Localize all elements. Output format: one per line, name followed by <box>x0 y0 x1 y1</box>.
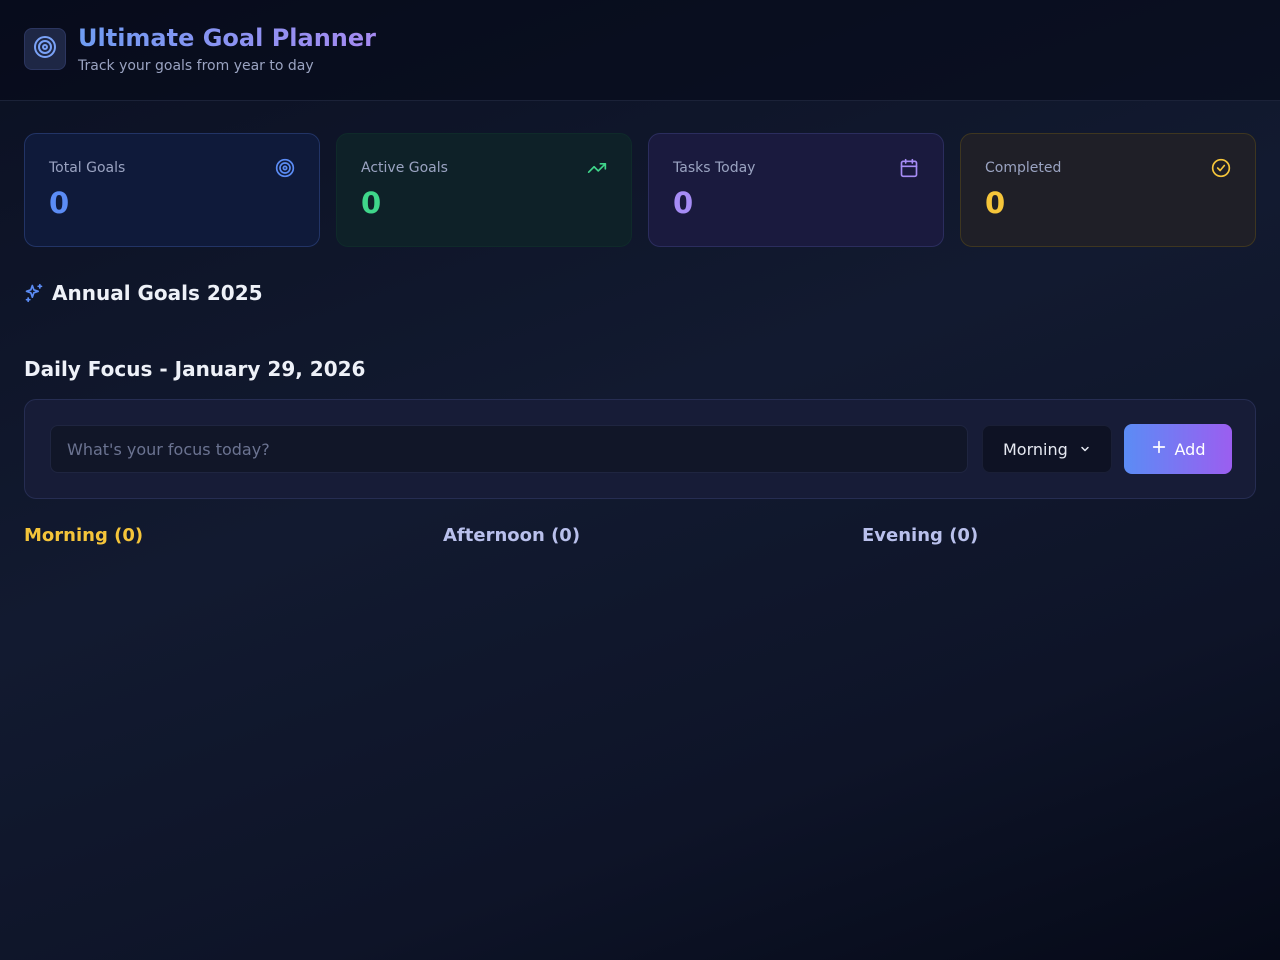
stat-label: Tasks Today <box>673 160 756 176</box>
trending-up-icon <box>587 158 607 178</box>
column-title-morning: Morning (0) <box>24 525 144 546</box>
add-button-label: Add <box>1174 439 1206 459</box>
target-icon <box>275 158 295 178</box>
stat-label: Active Goals <box>361 160 448 176</box>
column-title-afternoon: Afternoon (0) <box>443 525 581 546</box>
stat-value: 0 <box>49 186 70 220</box>
app-title: Ultimate Goal Planner <box>78 24 376 52</box>
stat-label: Completed <box>985 160 1062 176</box>
target-icon <box>33 35 57 63</box>
app-logo <box>24 28 66 70</box>
stat-card-active-goals: Active Goals 0 <box>336 133 632 247</box>
app-header: Ultimate Goal Planner Track your goals f… <box>0 0 1280 101</box>
stat-card-tasks-today: Tasks Today 0 <box>648 133 944 247</box>
sparkles-icon <box>24 283 44 303</box>
chevron-down-icon <box>1079 440 1091 459</box>
period-select[interactable]: Morning <box>982 425 1112 473</box>
period-select-value: Morning <box>1003 439 1068 459</box>
add-button[interactable]: Add <box>1124 424 1232 474</box>
daily-focus-panel: Morning Add <box>24 399 1256 499</box>
check-circle-icon <box>1211 158 1231 178</box>
stat-value: 0 <box>985 186 1006 220</box>
column-title-evening: Evening (0) <box>862 525 979 546</box>
stat-card-total-goals: Total Goals 0 <box>24 133 320 247</box>
app-subtitle: Track your goals from year to day <box>78 58 314 74</box>
plus-icon <box>1151 439 1167 459</box>
daily-focus-title: Daily Focus - January 29, 2026 <box>24 357 366 381</box>
focus-input[interactable] <box>50 425 968 473</box>
stat-label: Total Goals <box>49 160 126 176</box>
stat-card-completed: Completed 0 <box>960 133 1256 247</box>
stat-value: 0 <box>361 186 382 220</box>
stat-value: 0 <box>673 186 694 220</box>
calendar-icon <box>899 158 919 178</box>
annual-goals-title: Annual Goals 2025 <box>52 281 263 305</box>
